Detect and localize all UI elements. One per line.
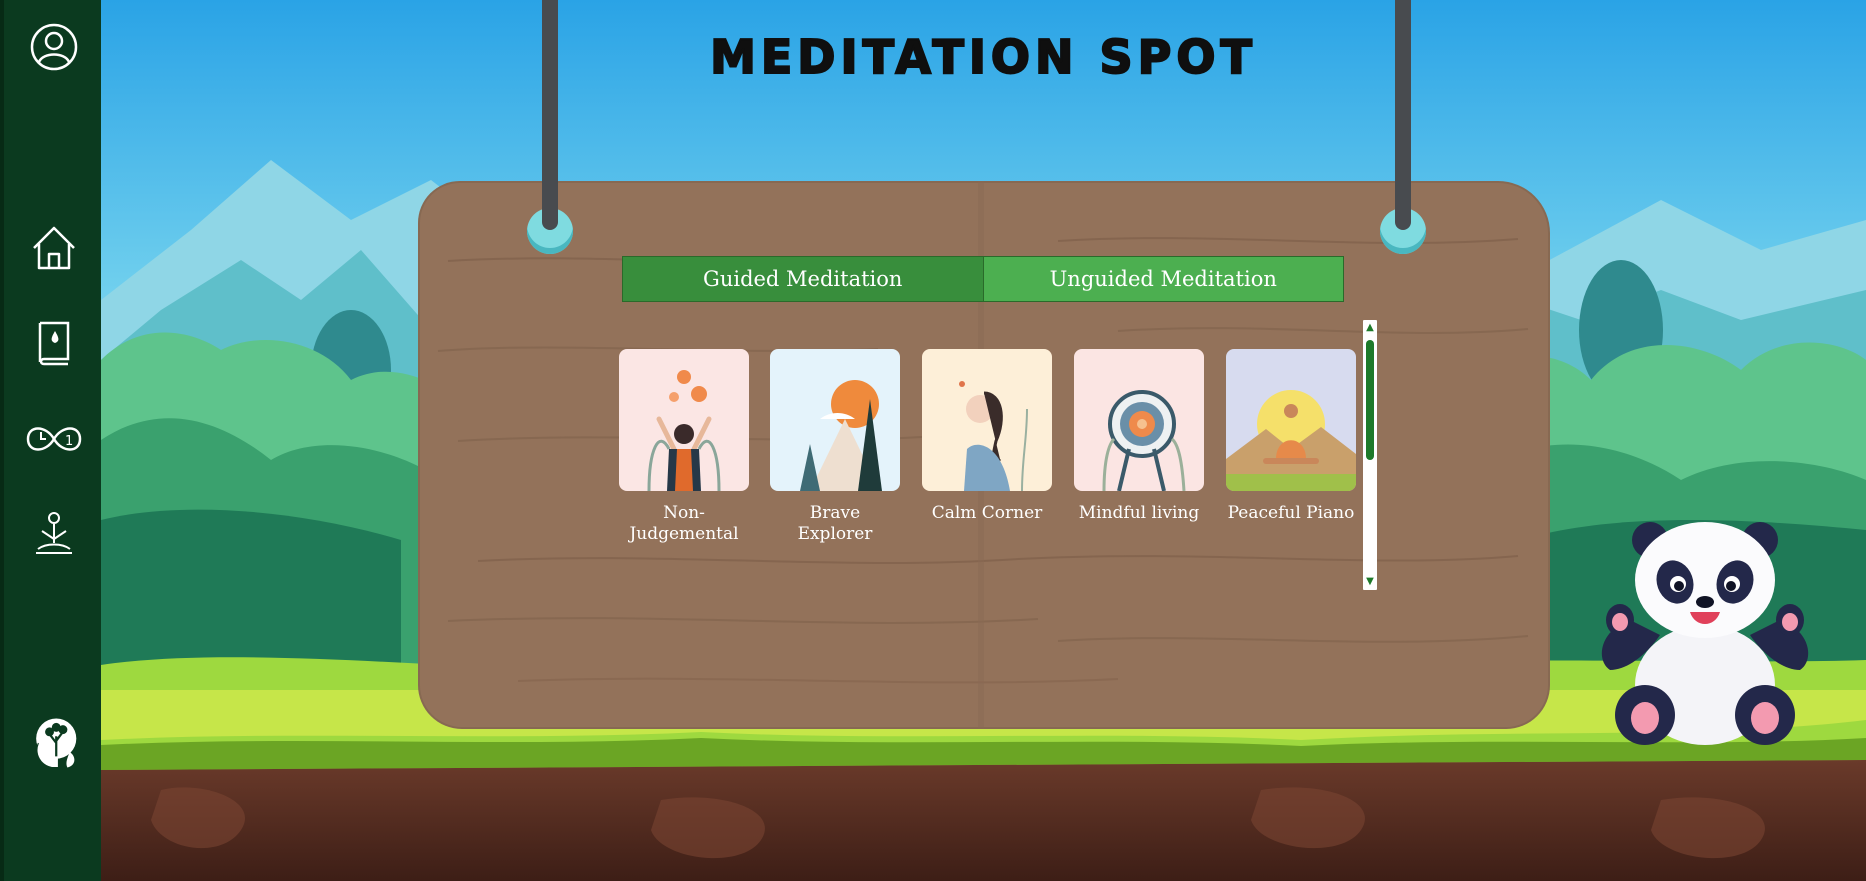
journal-button[interactable]	[24, 313, 84, 373]
home-icon	[33, 226, 75, 270]
scrollbar-thumb[interactable]	[1366, 340, 1374, 460]
meditation-button[interactable]	[24, 505, 84, 565]
card-mindful-living[interactable]: Mindful living	[1074, 349, 1204, 524]
card-calm-corner[interactable]: Calm Corner	[922, 349, 1052, 524]
meditating-person-icon	[36, 512, 72, 554]
home-button[interactable]	[24, 218, 84, 278]
card-non-judgemental[interactable]: Non- Judgemental	[619, 349, 749, 545]
mind-button[interactable]	[24, 713, 84, 773]
tab-guided-meditation[interactable]: Guided Meditation	[623, 257, 984, 301]
right-rope-end	[1395, 0, 1411, 230]
profile-button[interactable]	[24, 17, 84, 77]
user-circle-icon	[30, 23, 78, 71]
card-thumbnail	[1074, 349, 1204, 491]
card-list-scrollbar[interactable]: ▲ ▼	[1363, 320, 1377, 590]
card-thumbnail	[770, 349, 900, 491]
scroll-down-arrow-icon[interactable]: ▼	[1363, 576, 1377, 588]
page-title: MEDITATION SPOT	[709, 29, 1257, 85]
tab-unguided-meditation[interactable]: Unguided Meditation	[983, 257, 1343, 301]
card-thumbnail	[619, 349, 749, 491]
book-drop-icon	[38, 321, 70, 366]
left-rope-end	[542, 0, 558, 230]
meditation-tabs: Guided Meditation Unguided Meditation	[622, 256, 1344, 302]
svg-text:1: 1	[65, 434, 73, 449]
card-label-line2: Judgemental	[629, 524, 739, 544]
card-label: Brave Explorer	[797, 503, 873, 544]
card-thumbnail	[1226, 349, 1356, 491]
card-label: Mindful living	[1078, 503, 1200, 523]
scroll-up-arrow-icon[interactable]: ▲	[1363, 322, 1377, 334]
card-peaceful-piano[interactable]: Peaceful Piano	[1226, 349, 1356, 524]
card-label: Peaceful Piano	[1227, 503, 1355, 523]
card-brave-explorer[interactable]: Brave Explorer	[770, 349, 900, 545]
timer-button[interactable]: 1	[24, 409, 84, 469]
sidebar: 1	[0, 0, 101, 881]
infinity-clock-icon: 1	[26, 427, 82, 451]
card-label: Calm Corner	[931, 503, 1043, 523]
card-thumbnail	[922, 349, 1052, 491]
panda-mascot	[1590, 510, 1820, 750]
card-label: Non- Judgemental	[619, 503, 749, 545]
card-label-line1: Non-	[663, 503, 705, 523]
head-tree-icon	[36, 718, 77, 769]
